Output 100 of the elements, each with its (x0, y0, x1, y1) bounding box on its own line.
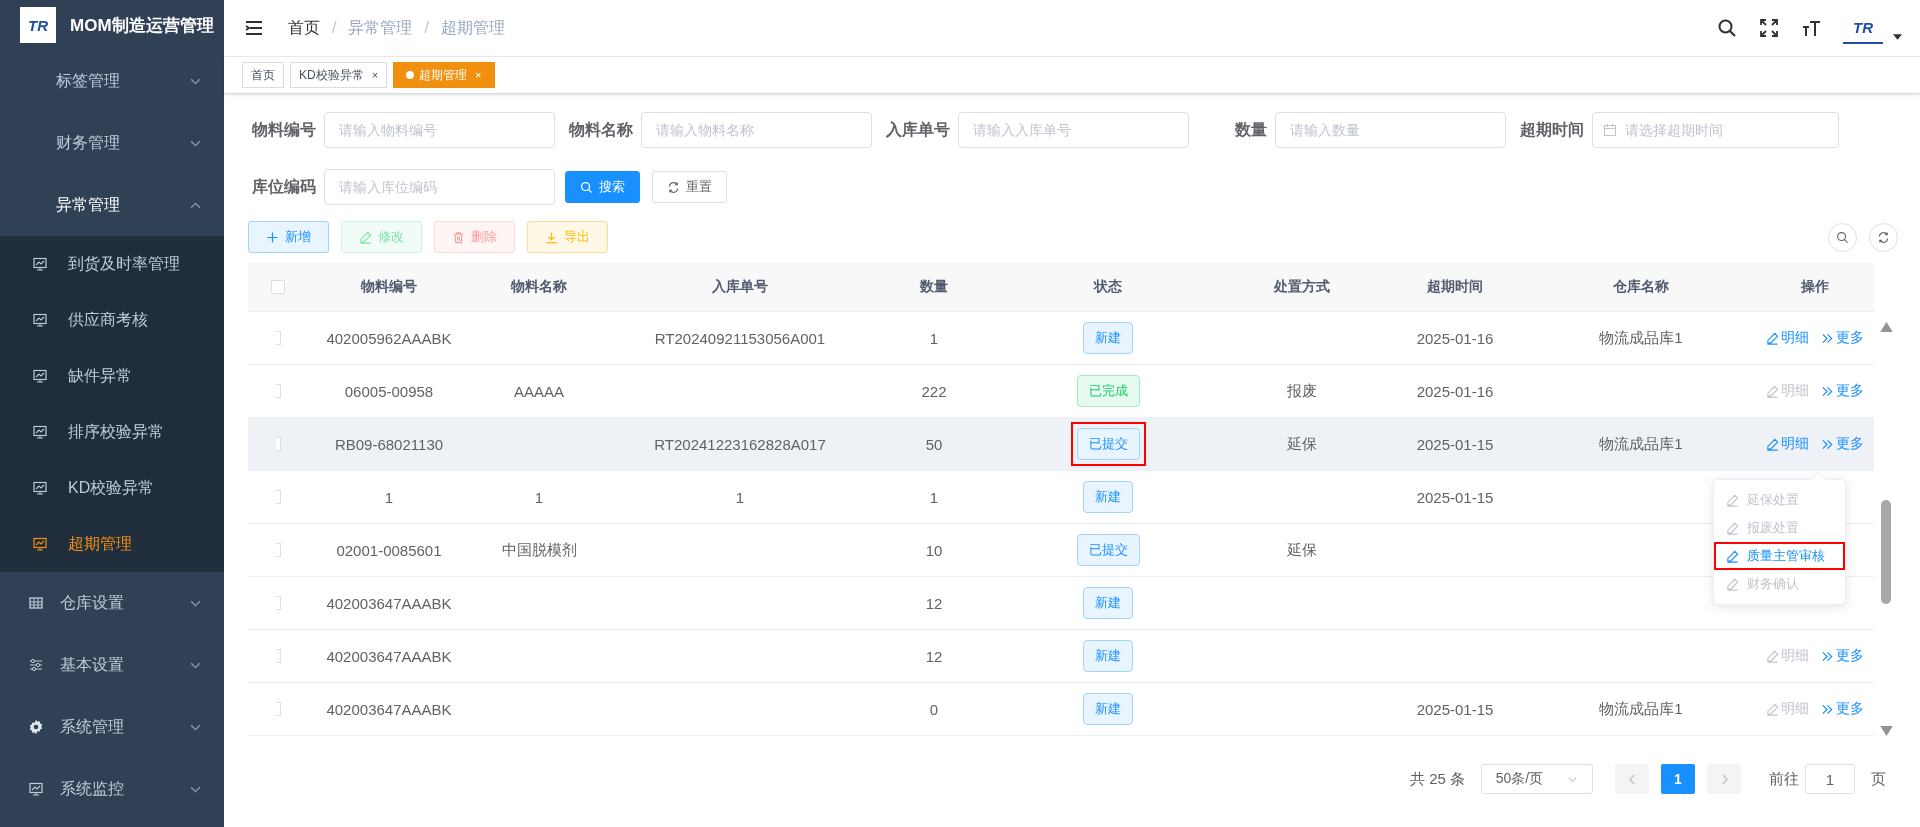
input-field[interactable]: 请输入入库单号 (958, 112, 1189, 148)
table-cell: 1 (929, 488, 939, 506)
scroll-up-icon[interactable] (1879, 322, 1893, 332)
table-cell: 1 (384, 488, 394, 506)
submenu-item[interactable]: 排序校验异常 (0, 404, 224, 460)
checkbox[interactable] (275, 543, 281, 557)
reset-button[interactable]: 重置 (652, 171, 727, 203)
checkbox[interactable] (275, 702, 281, 716)
submenu-item[interactable]: 到货及时率管理 (0, 236, 224, 292)
column-header: 数量 (920, 278, 948, 296)
menu-icon[interactable] (244, 18, 264, 38)
column-header: 操作 (1801, 278, 1829, 296)
checkbox[interactable] (275, 437, 281, 451)
page-tab[interactable]: 首页 (242, 62, 284, 88)
font-size-icon[interactable] (1801, 18, 1821, 38)
page-input[interactable]: 1 (1805, 764, 1855, 794)
double-chevron-icon (1821, 331, 1834, 345)
logo: TR (20, 7, 56, 43)
gear-icon (28, 719, 44, 735)
more-link[interactable]: 更多 (1821, 329, 1864, 347)
table-row[interactable]: 402005962AAABK RT20240921153056A001 1 新建 2025-01-16 物流成品库1 明细 更多 (248, 312, 1874, 365)
table-cell: 2025-01-16 (1416, 382, 1494, 400)
table-cell: 2025-01-15 (1416, 488, 1494, 506)
monitor-icon (32, 480, 48, 496)
checkbox[interactable] (271, 280, 285, 294)
menu-item[interactable]: 异常管理 (0, 174, 224, 236)
menu-item[interactable]: 财务管理 (0, 112, 224, 174)
dropdown-item[interactable]: 质量主管审核 (1714, 542, 1845, 570)
checkbox[interactable] (275, 331, 281, 345)
table-cell: 0 (929, 700, 939, 718)
pencil-icon (1766, 702, 1779, 716)
submenu-item[interactable]: 超期管理 (0, 516, 224, 572)
column-header: 超期时间 (1427, 278, 1483, 296)
scroll-thumb[interactable] (1881, 500, 1891, 604)
checkbox[interactable] (275, 490, 281, 504)
checkbox[interactable] (275, 384, 281, 398)
pencil-icon (1766, 331, 1779, 345)
scroll-down-icon[interactable] (1879, 726, 1893, 736)
next-page-button[interactable] (1707, 764, 1741, 794)
more-link[interactable]: 更多 (1821, 382, 1864, 400)
status-tag: 新建 (1083, 481, 1133, 513)
calendar-icon (1603, 123, 1617, 137)
table-cell: 402003647AAABK (326, 647, 452, 665)
search-icon (1836, 230, 1849, 244)
input-field[interactable]: 请输入数量 (1275, 112, 1506, 148)
search-toggle-button[interactable] (1828, 222, 1857, 252)
table-cell: 延保 (1287, 540, 1317, 560)
submenu-item[interactable]: KD校验异常 (0, 460, 224, 516)
pencil-icon (1766, 437, 1779, 451)
previous-page-button[interactable] (1615, 764, 1649, 794)
pencil-icon (1726, 549, 1739, 563)
breadcrumb-item: 超期管理 (440, 17, 505, 38)
input-field[interactable]: 请选择超期时间 (1592, 112, 1839, 148)
more-link[interactable]: 更多 (1821, 700, 1864, 718)
monitor-icon (32, 312, 48, 328)
menu-item[interactable]: 仓库设置 (0, 572, 224, 634)
checkbox[interactable] (275, 649, 281, 663)
page-size-select[interactable]: 50条/页 (1481, 764, 1593, 794)
total-count: 共 25 条 (1409, 769, 1465, 789)
table-cell: 2025-01-16 (1416, 329, 1494, 347)
status-tag: 已提交 (1076, 428, 1140, 460)
search-icon[interactable] (1717, 18, 1737, 38)
input-field[interactable]: 请输入物料名称 (641, 112, 872, 148)
table-cell: 10 (925, 541, 943, 559)
status-tag: 已完成 (1076, 375, 1140, 407)
column-header: 入库单号 (712, 278, 768, 296)
menu-item[interactable]: 基本设置 (0, 634, 224, 696)
fullscreen-icon[interactable] (1759, 18, 1779, 38)
submenu-item[interactable]: 缺件异常 (0, 348, 224, 404)
submenu-item[interactable]: 供应商考核 (0, 292, 224, 348)
pencil-icon (1766, 649, 1779, 663)
caret-icon[interactable] (1893, 34, 1902, 40)
input-field[interactable]: 请输入物料编号 (324, 112, 555, 148)
column-header: 物料编号 (361, 278, 417, 296)
breadcrumb-item[interactable]: 首页 (288, 17, 320, 39)
search-button[interactable]: 搜索 (565, 171, 640, 203)
table-cell: 06005-00958 (344, 382, 434, 400)
filter-label: 入库单号 (885, 119, 951, 140)
download-icon (545, 230, 558, 244)
breadcrumb-separator: / (424, 19, 429, 37)
page-tab[interactable]: KD校验异常 × (290, 62, 388, 88)
checkbox[interactable] (275, 596, 281, 610)
detail-link[interactable]: 明细 (1766, 329, 1809, 347)
refresh-icon (667, 180, 680, 194)
input-field[interactable]: 请输入库位编码 (324, 169, 555, 205)
refresh-button[interactable] (1869, 222, 1898, 252)
table-icon (28, 595, 44, 611)
column-header: 物料名称 (511, 278, 567, 296)
monitor-icon (32, 256, 48, 272)
page-button[interactable]: 1 (1661, 764, 1695, 794)
app-title: MOM制造运营管理 (70, 14, 214, 37)
menu-item[interactable]: 标签管理 (0, 50, 224, 112)
menu-item[interactable]: 系统监控 (0, 758, 224, 820)
menu-item[interactable]: 系统管理 (0, 696, 224, 758)
more-link[interactable]: 更多 (1821, 647, 1864, 665)
table-row[interactable]: RB09-68021130 RT20241223162828A017 50 已提交 延保 2025-01-15 物流成品库1 明细 更多 (248, 418, 1874, 471)
double-chevron-icon (1821, 384, 1834, 398)
pencil-icon (1726, 493, 1739, 507)
search-icon (580, 180, 593, 194)
status-tag: 新建 (1083, 322, 1133, 354)
